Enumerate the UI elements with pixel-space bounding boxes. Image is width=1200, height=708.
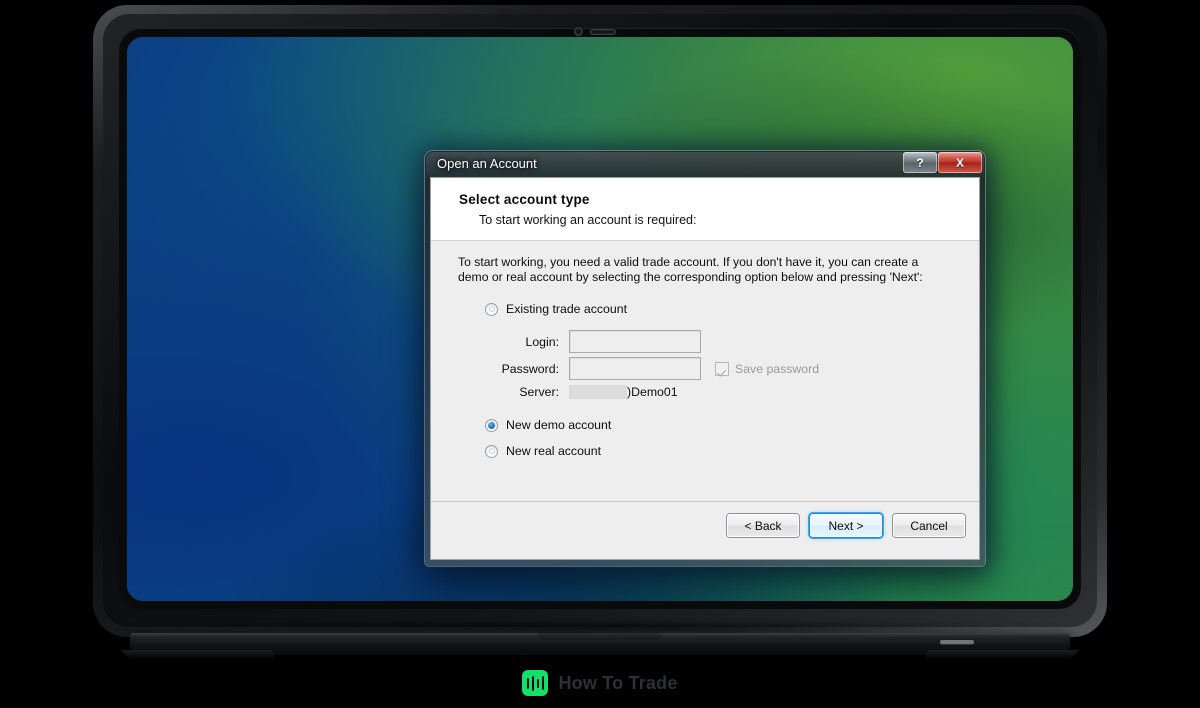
laptop-screen: Open an Account ? X Select account type … — [127, 37, 1073, 601]
help-icon[interactable]: ? — [903, 152, 937, 173]
dialog-body: Select account type To start working an … — [430, 177, 980, 560]
dialog-title: Open an Account — [437, 156, 537, 171]
laptop-bezel: Open an Account ? X Select account type … — [103, 14, 1097, 627]
radio-existing-trade-account[interactable]: Existing trade account — [485, 302, 627, 316]
laptop-port — [940, 640, 974, 644]
next-button[interactable]: Next > — [810, 514, 882, 537]
webcam-icon — [574, 27, 583, 36]
dialog-header-panel: Select account type To start working an … — [431, 178, 979, 241]
page-subtitle: To start working an account is required: — [479, 213, 697, 227]
checkmark-icon — [715, 361, 729, 376]
dialog-footer: < Back Next > Cancel — [431, 501, 979, 559]
laptop-foot-right — [923, 650, 1079, 660]
page-title: Select account type — [459, 192, 590, 207]
redaction-block — [569, 385, 627, 399]
login-input[interactable] — [569, 330, 701, 353]
watermark: How To Trade — [0, 666, 1200, 700]
server-label: Server: — [519, 385, 559, 399]
server-field-row: Server: )Demo01 — [485, 385, 678, 399]
password-label: Password: — [501, 361, 559, 376]
radio-icon-unselected — [485, 444, 498, 458]
close-icon[interactable]: X — [938, 152, 982, 173]
bar-chart-logo-icon — [522, 670, 549, 696]
radio-label: New real account — [506, 444, 602, 458]
window-buttons: ? X — [903, 152, 982, 173]
open-an-account-dialog: Open an Account ? X Select account type … — [425, 151, 985, 566]
radio-label: New demo account — [506, 418, 612, 432]
brand-name: How To Trade — [558, 672, 678, 693]
login-label: Login: — [525, 334, 559, 349]
login-field-row: Login: — [485, 330, 701, 353]
microphone-icon — [590, 29, 616, 35]
radio-new-real-account[interactable]: New real account — [485, 444, 601, 458]
radio-icon-selected — [485, 418, 498, 432]
server-value: )Demo01 — [627, 385, 678, 399]
laptop-frame: Open an Account ? X Select account type … — [93, 5, 1107, 637]
back-button[interactable]: < Back — [727, 514, 799, 537]
radio-new-demo-account[interactable]: New demo account — [485, 418, 611, 432]
laptop-base — [121, 633, 1079, 660]
server-value-wrap: )Demo01 — [569, 385, 678, 399]
screenshot-root: Open an Account ? X Select account type … — [0, 0, 1200, 708]
cancel-button[interactable]: Cancel — [893, 514, 965, 537]
dialog-button-group: < Back Next > Cancel — [727, 514, 965, 537]
laptop-foot-left — [121, 650, 277, 660]
save-password-label: Save password — [735, 361, 820, 376]
password-field-row: Password: Save password — [485, 357, 819, 380]
radio-label: Existing trade account — [506, 302, 627, 316]
save-password-checkbox[interactable]: Save password — [715, 361, 820, 376]
dialog-content: To start working, you need a valid trade… — [431, 241, 979, 502]
password-input[interactable] — [569, 357, 701, 380]
intro-text: To start working, you need a valid trade… — [458, 255, 923, 284]
radio-icon-unselected — [485, 302, 498, 316]
laptop-base-lip — [538, 633, 662, 640]
